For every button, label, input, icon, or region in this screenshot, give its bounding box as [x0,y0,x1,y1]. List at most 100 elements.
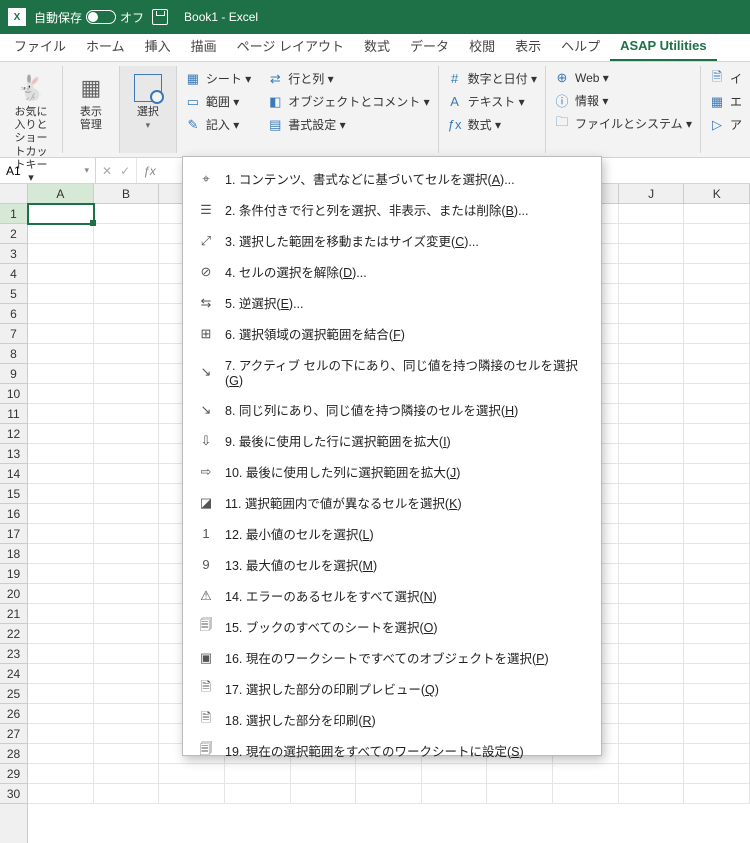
menu-item-18[interactable]: 🗎18. 選択した部分を印刷(R) [183,704,601,735]
cell-K7[interactable] [684,324,750,344]
cell-A8[interactable] [28,344,94,364]
cell-A19[interactable] [28,564,94,584]
cmd-記入[interactable]: ✎記入 ▾ [181,114,255,135]
cmd-ア[interactable]: ▷ア [705,114,746,135]
cell-K1[interactable] [684,204,750,224]
cell-J10[interactable] [619,384,685,404]
select-all-corner[interactable] [0,184,28,204]
cell-J11[interactable] [619,404,685,424]
menu-item-14[interactable]: ⚠14. エラーのあるセルをすべて選択(N) [183,580,601,611]
cell-J4[interactable] [619,264,685,284]
menu-item-15[interactable]: 🗐15. ブックのすべてのシートを選択(O) [183,611,601,642]
fx-icon[interactable]: ƒx [137,158,162,183]
cell-K28[interactable] [684,744,750,764]
cell-J26[interactable] [619,704,685,724]
tab-5[interactable]: 数式 [354,30,400,61]
cell-K18[interactable] [684,544,750,564]
cell-B19[interactable] [94,564,160,584]
cell-J19[interactable] [619,564,685,584]
cell-B16[interactable] [94,504,160,524]
cell-J8[interactable] [619,344,685,364]
cell-B7[interactable] [94,324,160,344]
cell-K22[interactable] [684,624,750,644]
col-header-A[interactable]: A [28,184,94,203]
cell-K5[interactable] [684,284,750,304]
cmd-範囲[interactable]: ▭範囲 ▾ [181,91,255,112]
cell-J1[interactable] [619,204,685,224]
cell-K26[interactable] [684,704,750,724]
cell-C29[interactable] [159,764,225,784]
cell-A21[interactable] [28,604,94,624]
cell-B22[interactable] [94,624,160,644]
cell-B9[interactable] [94,364,160,384]
cell-B5[interactable] [94,284,160,304]
cmd-数式[interactable]: ƒx数式 ▾ [443,114,541,135]
cell-B30[interactable] [94,784,160,804]
cell-B21[interactable] [94,604,160,624]
menu-item-3[interactable]: ⤢3. 選択した範囲を移動またはサイズ変更(C)... [183,225,601,256]
cell-A27[interactable] [28,724,94,744]
menu-item-13[interactable]: 913. 最大値のセルを選択(M) [183,549,601,580]
cell-K3[interactable] [684,244,750,264]
cell-B20[interactable] [94,584,160,604]
cell-K2[interactable] [684,224,750,244]
row-header-13[interactable]: 13 [0,444,27,464]
confirm-icon[interactable]: ✓ [120,164,130,178]
tab-0[interactable]: ファイル [4,30,76,61]
cell-A26[interactable] [28,704,94,724]
tab-10[interactable]: ASAP Utilities [610,32,716,61]
cmd-Web[interactable]: ⊕Web ▾ [550,68,696,88]
cell-B13[interactable] [94,444,160,464]
row-header-23[interactable]: 23 [0,644,27,664]
cell-A2[interactable] [28,224,94,244]
menu-item-6[interactable]: ⊞6. 選択領域の選択範囲を結合(F) [183,318,601,349]
cell-A6[interactable] [28,304,94,324]
cell-F30[interactable] [356,784,422,804]
cell-F29[interactable] [356,764,422,784]
menu-item-12[interactable]: 112. 最小値のセルを選択(L) [183,518,601,549]
cell-E29[interactable] [291,764,357,784]
menu-item-10[interactable]: ⇨10. 最後に使用した列に選択範囲を拡大(J) [183,456,601,487]
cell-J22[interactable] [619,624,685,644]
autosave-toggle[interactable]: 自動保存 オフ [34,9,144,26]
cell-D29[interactable] [225,764,291,784]
cell-G30[interactable] [422,784,488,804]
cell-A24[interactable] [28,664,94,684]
row-header-6[interactable]: 6 [0,304,27,324]
col-header-B[interactable]: B [94,184,160,203]
row-header-20[interactable]: 20 [0,584,27,604]
cmd-オブジェクトとコメント[interactable]: ◧オブジェクトとコメント ▾ [263,91,433,112]
cell-K27[interactable] [684,724,750,744]
cell-B25[interactable] [94,684,160,704]
cell-D30[interactable] [225,784,291,804]
cell-B10[interactable] [94,384,160,404]
menu-item-16[interactable]: ▣16. 現在のワークシートですべてのオブジェクトを選択(P) [183,642,601,673]
cell-J2[interactable] [619,224,685,244]
cell-K30[interactable] [684,784,750,804]
row-header-28[interactable]: 28 [0,744,27,764]
cell-G29[interactable] [422,764,488,784]
cell-K20[interactable] [684,584,750,604]
menu-item-11[interactable]: ◪11. 選択範囲内で値が異なるセルを選択(K) [183,487,601,518]
cell-B11[interactable] [94,404,160,424]
cmd-テキスト[interactable]: Aテキスト ▾ [443,91,541,112]
menu-item-5[interactable]: ⇆5. 逆選択(E)... [183,287,601,318]
cell-H30[interactable] [487,784,553,804]
cell-B17[interactable] [94,524,160,544]
cmd-情報[interactable]: ⓘ情報 ▾ [550,90,696,111]
row-header-2[interactable]: 2 [0,224,27,244]
cell-B4[interactable] [94,264,160,284]
menu-item-17[interactable]: 🗎17. 選択した部分の印刷プレビュー(Q) [183,673,601,704]
row-headers[interactable]: 1234567891011121314151617181920212223242… [0,204,28,843]
cell-J7[interactable] [619,324,685,344]
row-header-22[interactable]: 22 [0,624,27,644]
cell-B28[interactable] [94,744,160,764]
cell-K6[interactable] [684,304,750,324]
cell-J18[interactable] [619,544,685,564]
cell-B6[interactable] [94,304,160,324]
cell-A28[interactable] [28,744,94,764]
cmd-ファイルとシステム[interactable]: 🗀ファイルとシステム ▾ [550,113,696,134]
cell-K15[interactable] [684,484,750,504]
cmd-行と列[interactable]: ⇄行と列 ▾ [263,68,433,89]
cell-B2[interactable] [94,224,160,244]
